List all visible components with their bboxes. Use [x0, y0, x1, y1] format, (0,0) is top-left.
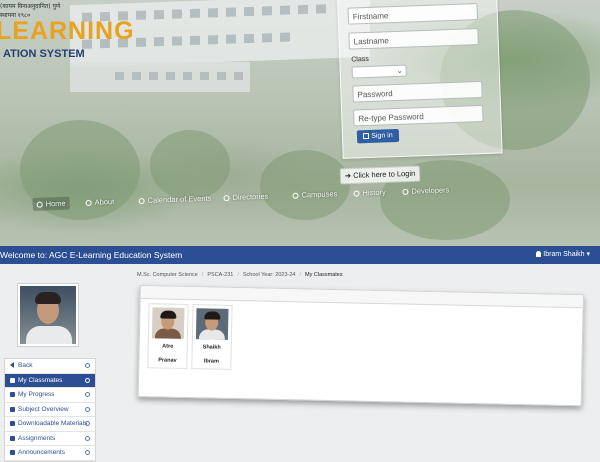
- nav-history[interactable]: History: [353, 188, 386, 198]
- welcome-title: Welcome to: AGC E-Learning Education Sys…: [0, 246, 182, 264]
- user-menu[interactable]: Ibram Shaikh ▾: [536, 246, 590, 264]
- sidebar-item-subject-overview[interactable]: Subject Overview: [5, 403, 95, 418]
- class-select[interactable]: ⌄: [352, 65, 407, 79]
- classmate-photo: [152, 307, 185, 339]
- home-icon: [37, 202, 43, 208]
- breadcrumb: M.Sc. Computer Science/PSCA-231/School Y…: [137, 272, 343, 278]
- nav-home[interactable]: Home: [32, 197, 69, 211]
- top-navbar: Welcome to: AGC E-Learning Education Sys…: [0, 246, 600, 264]
- breadcrumb-course[interactable]: M.Sc. Computer Science: [137, 272, 198, 278]
- sidebar-item-label: My Progress: [18, 391, 54, 398]
- nav-campuses-label: Campuses: [301, 189, 337, 199]
- nav-home-label: Home: [45, 199, 65, 209]
- lastname-input[interactable]: Lastname: [348, 28, 479, 50]
- nav-developers[interactable]: Developers: [402, 185, 449, 196]
- classmate-first-name: Ibram: [192, 358, 230, 365]
- progress-icon: [10, 392, 15, 397]
- sidebar-item-my-classmates[interactable]: My Classmates: [5, 374, 95, 389]
- download-icon: [10, 421, 15, 426]
- sidebar-item-announcements[interactable]: Announcements: [5, 446, 95, 461]
- firstname-input[interactable]: Firstname: [347, 3, 478, 25]
- classmate-photo: [196, 308, 229, 340]
- sidebar-item-downloadable-materials[interactable]: Downloadable Materials: [5, 417, 95, 432]
- user-icon: [536, 251, 541, 257]
- info-icon: [86, 200, 92, 206]
- hero-banner: (कायम विनाअनुदानित) पुणे स्थापना १९८० LE…: [0, 0, 600, 246]
- circle-icon: [85, 392, 90, 397]
- circle-icon: [85, 378, 90, 383]
- nav-calendar-label: Calendar of Events: [147, 194, 211, 205]
- sidebar-item-label: Subject Overview: [18, 406, 69, 413]
- breadcrumb-school-year[interactable]: School Year: 2023-24: [243, 272, 296, 278]
- circle-icon: [85, 407, 90, 412]
- building-wing-image: [70, 62, 250, 92]
- sidebar-item-label: Announcements: [18, 449, 65, 456]
- classmate-card[interactable]: Atre Pranav: [147, 303, 188, 369]
- nav-developers-label: Developers: [411, 185, 449, 195]
- breadcrumb-current: My Classmates: [305, 272, 343, 278]
- chevron-left-icon: [10, 362, 14, 368]
- circle-icon: [85, 436, 90, 441]
- sidebar-item-my-progress[interactable]: My Progress: [5, 388, 95, 403]
- sidebar-item-back[interactable]: Back: [5, 359, 95, 374]
- site-logo-subtitle: ATION SYSTEM: [3, 48, 85, 60]
- user-name: Ibram Shaikh ▾: [543, 251, 590, 258]
- nav-calendar[interactable]: Calendar of Events: [138, 194, 211, 206]
- nav-about-label: About: [94, 197, 114, 207]
- nav-history-label: History: [362, 188, 386, 198]
- nav-directories[interactable]: Directories: [223, 192, 268, 203]
- retype-password-input[interactable]: Re-type Password: [353, 105, 484, 127]
- circle-icon: [85, 363, 90, 368]
- nav-directories-label: Directories: [232, 192, 268, 202]
- directory-icon: [223, 195, 229, 201]
- classmate-first-name: Pranav: [148, 357, 186, 364]
- breadcrumb-section[interactable]: PSCA-231: [207, 272, 233, 278]
- sidebar-item-label: Downloadable Materials: [18, 420, 87, 427]
- nav-about[interactable]: About: [85, 197, 114, 207]
- sidebar-item-label: My Classmates: [18, 377, 62, 384]
- classmate-last-name: Shaikh: [193, 344, 231, 351]
- registration-form: Firstname Lastname Class ⌄ Password Re-t…: [337, 0, 503, 159]
- sidebar-item-label: Back: [18, 362, 32, 369]
- circle-icon: [85, 421, 90, 426]
- book-icon: [10, 436, 15, 441]
- site-logo-title: LEARNING: [0, 17, 135, 46]
- sidebar-item-label: Assignments: [18, 435, 55, 442]
- sidebar-menu: Back My Classmates My Progress Subject O…: [4, 358, 96, 462]
- classmates-panel: Atre Pranav Shaikh Ibram: [138, 285, 584, 406]
- profile-photo: [20, 286, 76, 344]
- nav-campuses[interactable]: Campuses: [292, 189, 337, 200]
- group-icon: [10, 378, 15, 383]
- chevron-down-icon: ⌄: [397, 68, 403, 75]
- sign-in-button[interactable]: Sign in: [357, 129, 399, 143]
- history-icon: [353, 191, 359, 197]
- password-input[interactable]: Password: [352, 81, 483, 103]
- user-icon: [402, 189, 408, 195]
- sidebar-item-assignments[interactable]: Assignments: [5, 432, 95, 447]
- logo-marathi-line1: (कायम विनाअनुदानित) पुणे: [0, 2, 100, 11]
- class-label: Class: [351, 56, 369, 64]
- sign-in-label: Sign in: [371, 132, 393, 140]
- calendar-icon: [138, 198, 144, 204]
- check-square-icon: [363, 133, 369, 139]
- profile-avatar: [17, 283, 79, 347]
- building-icon: [292, 193, 298, 199]
- classmate-last-name: Atre: [149, 343, 187, 350]
- file-icon: [10, 407, 15, 412]
- classmate-card[interactable]: Shaikh Ibram: [191, 304, 232, 370]
